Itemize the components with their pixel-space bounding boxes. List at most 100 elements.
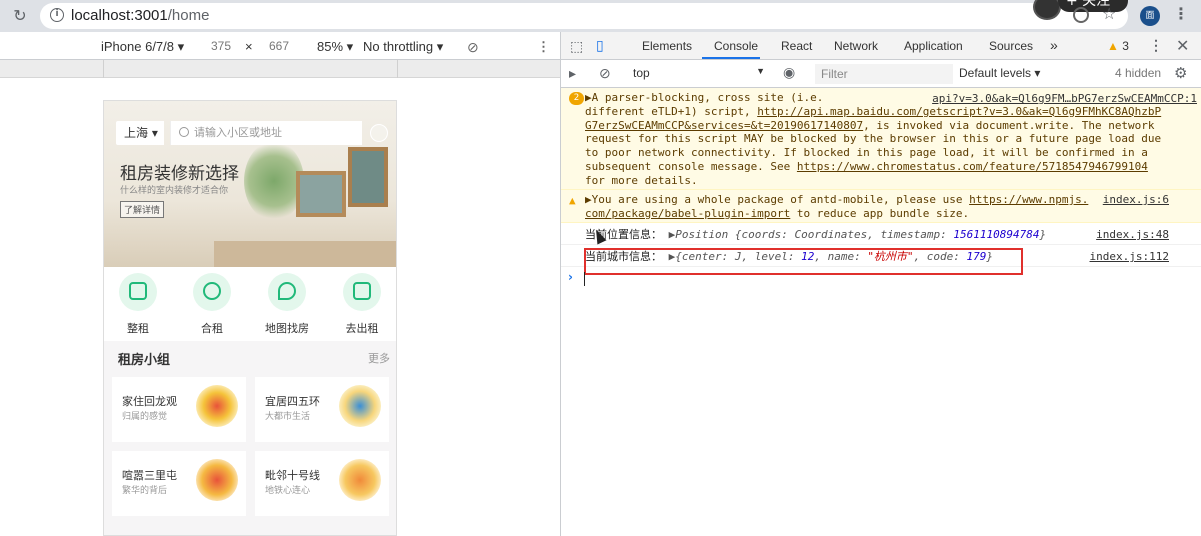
close-devtools-icon[interactable]: ✕: [1176, 36, 1189, 56]
message-line: ▶You are using a whole package of antd-m…: [585, 193, 1089, 206]
group-card[interactable]: 喧嚣三里屯 繁华的背后: [112, 451, 246, 516]
nav-menu: 整租 合租 地图找房 去出租: [104, 273, 396, 343]
url-host: localhost:3001: [71, 7, 168, 24]
tab-elements[interactable]: Elements: [642, 39, 692, 53]
ruler-tick: [103, 60, 104, 78]
warning-icon: ▲: [1107, 39, 1119, 53]
zoom-select[interactable]: 85% ▾: [317, 39, 353, 55]
tab-application[interactable]: Application: [904, 39, 963, 53]
throttle-select[interactable]: No throttling ▾: [363, 39, 443, 55]
profile-icon[interactable]: 面: [1140, 6, 1160, 26]
nav-label: 合租: [201, 322, 223, 335]
npm-link[interactable]: https://www.npmjs.: [969, 193, 1088, 206]
nav-item-share-rent[interactable]: 合租: [182, 273, 242, 336]
repeat-count-badge: 2: [569, 92, 584, 105]
bookmark-star-icon[interactable]: ☆: [1102, 4, 1116, 23]
url-path: /home: [167, 7, 210, 24]
npm-link[interactable]: com/package/babel-plugin-import: [585, 207, 790, 220]
device-ruler: [0, 60, 560, 78]
group-desc: 繁华的背后: [122, 486, 168, 496]
group-image: [339, 385, 381, 427]
banner-detail-button[interactable]: 了解详情: [120, 201, 165, 218]
group-image: [196, 459, 238, 501]
browser-menu-icon[interactable]: ⋮: [1173, 4, 1189, 23]
city-select[interactable]: 上海 ▾: [116, 121, 164, 145]
device-toggle-icon[interactable]: ▯: [596, 37, 604, 54]
context-select[interactable]: top ▼: [633, 66, 765, 82]
address-bar[interactable]: i localhost:3001/home: [40, 3, 1128, 29]
nav-label: 去出租: [345, 322, 379, 335]
message-line: request for this script MAY be blocked b…: [585, 132, 1162, 146]
message-line: for more details.: [585, 173, 698, 187]
message-line: to poor network connectivity. If blocked…: [585, 146, 1148, 160]
mobile-page: 租房装修新选择 什么样的室内装修才适合你 了解详情 上海 ▾ 请输入小区或地址 …: [103, 100, 397, 536]
console-message-warning[interactable]: ▲ ▶You are using a whole package of antd…: [561, 190, 1201, 223]
context-value: top: [633, 66, 650, 80]
eye-icon[interactable]: ◉: [783, 64, 795, 81]
device-height[interactable]: 667: [269, 39, 289, 53]
rotate-icon[interactable]: ⊘: [467, 39, 479, 56]
group-card[interactable]: 宜居四五环 大都市生活: [255, 377, 389, 442]
nav-item-map-search[interactable]: 地图找房: [257, 273, 317, 336]
inspect-element-icon[interactable]: ⬚: [570, 38, 583, 55]
settings-gear-icon[interactable]: ⚙: [1174, 64, 1187, 82]
warning-icon: ▲: [569, 194, 576, 207]
group-card[interactable]: 毗邻十号线 地铁心连心: [255, 451, 389, 516]
follow-badge[interactable]: + 关注: [1058, 0, 1128, 12]
house-icon: [119, 273, 157, 311]
info-icon[interactable]: i: [50, 8, 64, 22]
tab-console[interactable]: Console: [714, 39, 758, 53]
nav-label: 地图找房: [265, 322, 309, 335]
reload-icon[interactable]: ↻: [10, 6, 30, 26]
filter-input[interactable]: Filter: [815, 64, 953, 84]
clear-console-icon[interactable]: ⊘: [599, 65, 611, 82]
source-link[interactable]: index.js:6: [1098, 193, 1169, 207]
picture-frame-decoration: [348, 147, 388, 207]
console-message-log[interactable]: 当前位置信息： ▶Position {coords: Coordinates, …: [561, 223, 1201, 245]
group-card[interactable]: 家住回龙观 归属的感觉: [112, 377, 246, 442]
group-name: 喧嚣三里屯: [122, 469, 177, 482]
search-input[interactable]: 请输入小区或地址: [170, 121, 362, 145]
device-width[interactable]: 375: [211, 39, 231, 53]
script-link[interactable]: G7erzSwCEAMmCCP&services=&t=201906171408…: [585, 119, 863, 132]
picture-frame-decoration: [296, 171, 346, 217]
message-line: G7erzSwCEAMmCCP&services=&t=201906171408…: [585, 118, 1155, 132]
source-link[interactable]: index.js:48: [1092, 228, 1169, 242]
group-image: [339, 459, 381, 501]
devtools-menu-icon[interactable]: ⋮: [1149, 37, 1163, 54]
chromestatus-link[interactable]: https://www.chromestatus.com/feature/571…: [797, 160, 1148, 173]
tab-react[interactable]: React: [781, 39, 812, 53]
log-levels-select[interactable]: Default levels ▾: [959, 66, 1040, 80]
script-link[interactable]: http://api.map.baidu.com/getscript?v=3.0…: [757, 105, 1161, 118]
device-select[interactable]: iPhone 6/7/8 ▾: [101, 39, 184, 55]
group-desc: 大都市生活: [265, 412, 311, 422]
groups-more-link[interactable]: 更多: [368, 350, 390, 366]
nav-item-rent-out[interactable]: 去出租: [332, 273, 392, 336]
console-input[interactable]: [584, 272, 585, 286]
message-line: subsequent console message. See https://…: [585, 159, 1148, 173]
group-image: [196, 385, 238, 427]
console-output: 2 ▶A parser-blocking, cross site (i.e. d…: [561, 88, 1201, 536]
tab-network[interactable]: Network: [834, 39, 878, 53]
url-text[interactable]: localhost:3001/home: [71, 7, 209, 24]
plant-decoration: [244, 141, 304, 221]
source-link[interactable]: index.js:112: [1086, 250, 1169, 264]
map-icon[interactable]: [370, 124, 388, 142]
warning-counter[interactable]: ▲ 3: [1107, 39, 1129, 53]
log-object[interactable]: ▶Position {coords: Coordinates, timestam…: [669, 228, 1047, 241]
more-tabs-icon[interactable]: »: [1050, 37, 1058, 53]
nav-item-whole-rent[interactable]: 整租: [108, 273, 168, 336]
active-tab-indicator: [702, 57, 760, 59]
location-icon[interactable]: [1073, 7, 1089, 23]
ruler-tick: [397, 60, 398, 78]
source-link[interactable]: api?v=3.0&ak=Ql6g9FM…bPG7erzSwCEAMmCCP:1: [928, 92, 1197, 106]
sidebar-toggle-icon[interactable]: ▸: [569, 65, 576, 82]
search-placeholder: 请输入小区或地址: [194, 126, 282, 139]
tab-sources[interactable]: Sources: [989, 39, 1033, 53]
device-toolbar: iPhone 6/7/8 ▾ 375 × 667 85% ▾ No thrott…: [0, 32, 560, 60]
device-more-icon[interactable]: ⋮: [537, 39, 550, 55]
console-message-warning[interactable]: 2 ▶A parser-blocking, cross site (i.e. d…: [561, 88, 1201, 190]
filter-placeholder: Filter: [821, 67, 848, 81]
group-desc: 地铁心连心: [265, 486, 311, 496]
shelf-decoration: [214, 241, 396, 267]
